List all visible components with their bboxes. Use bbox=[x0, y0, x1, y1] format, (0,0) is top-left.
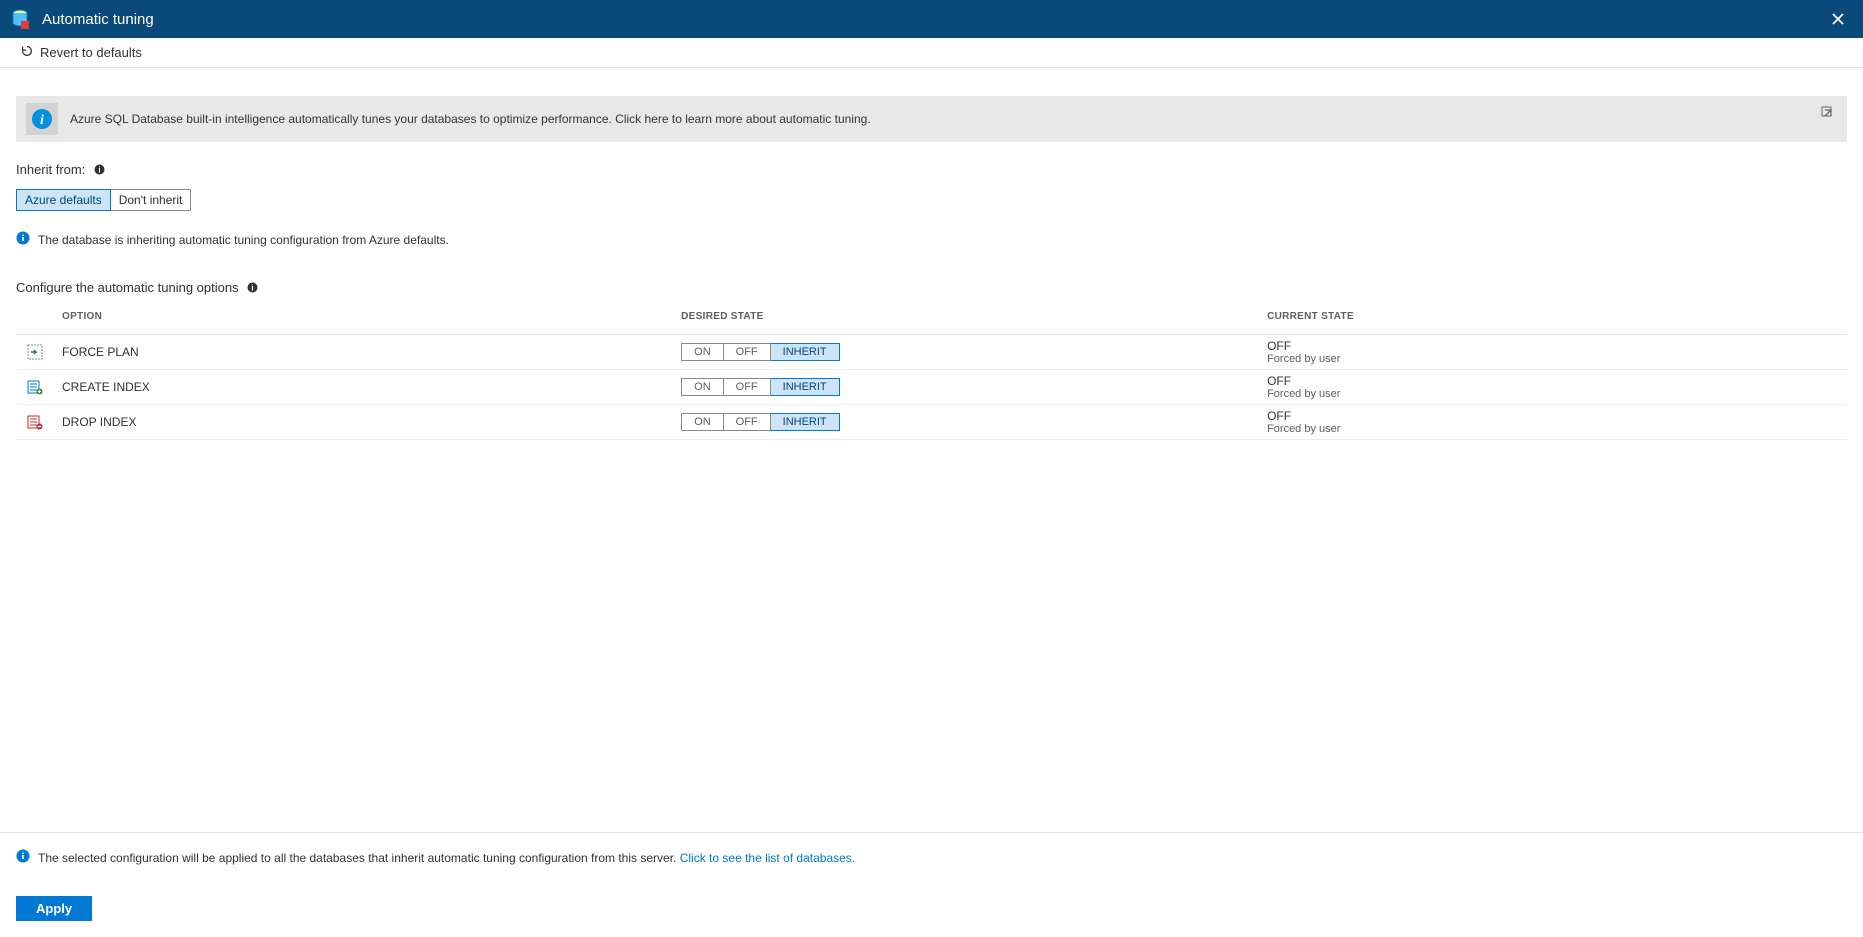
inherit-dont-inherit-button[interactable]: Don't inherit bbox=[111, 189, 192, 211]
inherit-label-text: Inherit from: bbox=[16, 162, 85, 177]
database-icon bbox=[10, 9, 30, 29]
table-row: DROP INDEX ON OFF INHERIT OFF Forced by … bbox=[16, 405, 1847, 440]
toggle-on[interactable]: ON bbox=[681, 343, 724, 361]
footer-databases-link[interactable]: Click to see the list of databases. bbox=[680, 851, 855, 865]
svg-text:i: i bbox=[40, 113, 44, 128]
current-state: OFF bbox=[1267, 409, 1841, 423]
title-bar: Automatic tuning bbox=[0, 0, 1863, 38]
footer-note-text: The selected configuration will be appli… bbox=[38, 851, 676, 865]
toggle-inherit[interactable]: INHERIT bbox=[771, 413, 840, 431]
inherit-info-text: The database is inheriting automatic tun… bbox=[38, 233, 449, 247]
revert-label: Revert to defaults bbox=[40, 45, 142, 60]
inherit-toggle: Azure defaults Don't inherit bbox=[16, 189, 1847, 211]
desired-state-toggle: ON OFF INHERIT bbox=[681, 343, 840, 361]
current-state: OFF bbox=[1267, 374, 1841, 388]
header-desired: DESIRED STATE bbox=[675, 303, 1261, 335]
table-row: FORCE PLAN ON OFF INHERIT OFF Forced by … bbox=[16, 335, 1847, 370]
info-banner[interactable]: i Azure SQL Database built-in intelligen… bbox=[16, 96, 1847, 142]
apply-button[interactable]: Apply bbox=[16, 896, 92, 921]
info-icon: i bbox=[26, 103, 58, 135]
header-current: CURRENT STATE bbox=[1261, 303, 1847, 335]
current-state: OFF bbox=[1267, 339, 1841, 353]
info-icon bbox=[16, 849, 30, 866]
table-row: CREATE INDEX ON OFF INHERIT OFF Forced b… bbox=[16, 370, 1847, 405]
help-icon[interactable]: i bbox=[93, 164, 105, 176]
footer-note: The selected configuration will be appli… bbox=[0, 832, 1863, 882]
desired-state-toggle: ON OFF INHERIT bbox=[681, 413, 840, 431]
banner-text: Azure SQL Database built-in intelligence… bbox=[70, 112, 871, 126]
force-plan-icon bbox=[26, 343, 44, 361]
toggle-off[interactable]: OFF bbox=[724, 378, 771, 396]
current-state-sub: Forced by user bbox=[1267, 388, 1841, 400]
toggle-off[interactable]: OFF bbox=[724, 413, 771, 431]
toggle-inherit[interactable]: INHERIT bbox=[771, 343, 840, 361]
toggle-off[interactable]: OFF bbox=[724, 343, 771, 361]
configure-label: Configure the automatic tuning options i bbox=[16, 280, 1847, 295]
toggle-inherit[interactable]: INHERIT bbox=[771, 378, 840, 396]
toggle-on[interactable]: ON bbox=[681, 378, 724, 396]
configure-label-text: Configure the automatic tuning options bbox=[16, 280, 239, 295]
svg-text:i: i bbox=[251, 284, 253, 293]
desired-state-toggle: ON OFF INHERIT bbox=[681, 378, 840, 396]
close-button[interactable] bbox=[1823, 0, 1853, 38]
page-title: Automatic tuning bbox=[42, 11, 1823, 28]
info-icon bbox=[16, 231, 30, 248]
popout-icon[interactable] bbox=[1821, 106, 1835, 123]
footer-bar: Apply bbox=[0, 882, 1863, 937]
current-state-sub: Forced by user bbox=[1267, 423, 1841, 435]
current-state-sub: Forced by user bbox=[1267, 353, 1841, 365]
undo-icon bbox=[20, 44, 34, 61]
toolbar: Revert to defaults bbox=[0, 38, 1863, 68]
revert-defaults-button[interactable]: Revert to defaults bbox=[14, 40, 148, 65]
svg-text:i: i bbox=[98, 166, 100, 175]
drop-index-icon bbox=[26, 413, 44, 431]
inherit-info-row: The database is inheriting automatic tun… bbox=[16, 231, 1847, 248]
toggle-on[interactable]: ON bbox=[681, 413, 724, 431]
inherit-azure-defaults-button[interactable]: Azure defaults bbox=[16, 189, 111, 211]
option-name: CREATE INDEX bbox=[62, 380, 150, 394]
help-icon[interactable]: i bbox=[247, 282, 259, 294]
header-option: OPTION bbox=[16, 303, 675, 335]
options-table: OPTION DESIRED STATE CURRENT STATE FORCE… bbox=[16, 303, 1847, 440]
option-name: FORCE PLAN bbox=[62, 345, 139, 359]
content-area: i Azure SQL Database built-in intelligen… bbox=[0, 68, 1863, 832]
inherit-from-label: Inherit from: i bbox=[16, 162, 1847, 177]
create-index-icon bbox=[26, 378, 44, 396]
option-name: DROP INDEX bbox=[62, 415, 136, 429]
